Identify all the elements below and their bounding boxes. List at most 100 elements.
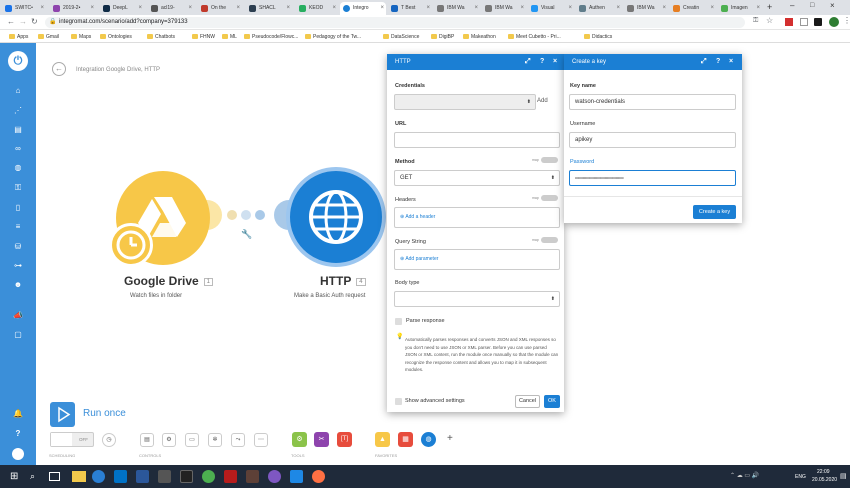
scenarios-icon[interactable]: ⋰ (13, 106, 23, 116)
bookmark-item[interactable]: Didactics (584, 31, 612, 43)
close-tab-icon[interactable]: × (616, 2, 620, 15)
close-tab-icon[interactable]: × (40, 2, 44, 15)
close-tab-icon[interactable]: × (188, 2, 192, 15)
devices-icon[interactable]: ▯ (13, 203, 23, 213)
add-credentials-button[interactable]: Add (537, 98, 548, 104)
reload-icon[interactable]: ↻ (31, 17, 38, 26)
schedule-clock-icon[interactable]: ◷ (102, 433, 116, 447)
close-tab-icon[interactable]: × (286, 2, 290, 15)
browser-tab[interactable]: SWITC• × (2, 2, 46, 15)
home-icon[interactable]: ⌂ (13, 86, 23, 96)
map-toggle[interactable] (541, 237, 558, 243)
favorite-gdrive-icon[interactable]: ▲ (375, 432, 390, 447)
datastores-icon[interactable]: ⛁ (13, 242, 23, 252)
url-input[interactable]: 🔒 integromat.com/scenario/add?company=37… (45, 17, 745, 28)
bookmark-item[interactable]: DigiBP (431, 31, 454, 43)
star-icon[interactable]: ☆ (766, 16, 773, 25)
browser-tab[interactable]: SHACL × (246, 2, 292, 15)
bookmark-item[interactable]: FHNW (192, 31, 215, 43)
method-select[interactable]: GET ⬍ (394, 170, 560, 186)
team-icon[interactable]: ☻ (13, 280, 23, 290)
maximize-window-icon[interactable]: □ (810, 2, 814, 9)
bookmark-item[interactable]: Chatbots (147, 31, 175, 43)
run-once-label[interactable]: Run once (83, 408, 126, 419)
search-icon[interactable]: ⌕ (30, 471, 35, 482)
cancel-button[interactable]: Cancel (515, 395, 540, 408)
chrome-icon[interactable] (202, 470, 215, 483)
bookmark-item[interactable]: Gmail (38, 31, 59, 43)
templates-icon[interactable]: ▤ (13, 125, 23, 135)
notifications-icon[interactable]: ▤ (840, 472, 847, 480)
file-explorer-icon[interactable] (72, 471, 86, 482)
system-tray-icons[interactable]: ⌃ ☁ ▭ 🔊 (730, 472, 759, 479)
favorite-box-icon[interactable]: ▦ (398, 432, 413, 447)
extension-icon[interactable] (814, 18, 822, 26)
megaphone-icon[interactable]: 📣 (13, 311, 23, 321)
close-tab-icon[interactable]: × (380, 2, 384, 15)
browser-tab[interactable]: T Best × (388, 2, 432, 15)
add-parameter-link[interactable]: ⊕ Add parameter (400, 256, 438, 262)
close-tab-icon[interactable]: × (520, 2, 524, 15)
browser-tab-active[interactable]: Integro × (340, 2, 386, 15)
add-favorite-icon[interactable]: + (447, 433, 453, 444)
bookmark-item[interactable]: Ontologies (100, 31, 132, 43)
map-toggle[interactable] (541, 195, 558, 201)
close-tab-icon[interactable]: × (332, 2, 336, 15)
app-icon[interactable] (246, 470, 259, 483)
browser-tab[interactable]: acl19- × (148, 2, 194, 15)
task-view-icon[interactable] (49, 472, 60, 481)
edge-icon[interactable] (92, 470, 105, 483)
bookmark-item[interactable]: Meet Cubetto - Pri... (508, 31, 561, 43)
close-tab-icon[interactable]: × (90, 2, 94, 15)
close-tab-icon[interactable]: × (426, 2, 430, 15)
browser-tab[interactable]: Authen × (576, 2, 622, 15)
wrench-icon[interactable]: 🔧 (241, 229, 252, 240)
back-arrow-icon[interactable]: ← (52, 62, 66, 76)
app-icon[interactable] (268, 470, 281, 483)
close-tab-icon[interactable]: × (662, 2, 666, 15)
fullscreen-icon[interactable]: ⤢ (701, 54, 707, 70)
browser-tab[interactable]: Creatin × (670, 2, 716, 15)
close-tab-icon[interactable]: × (568, 2, 572, 15)
url-field[interactable] (394, 132, 560, 148)
clock-badge-icon[interactable] (109, 223, 153, 267)
body-type-select[interactable]: ⬍ (394, 291, 560, 307)
create-key-button[interactable]: Create a key (693, 205, 736, 219)
close-tab-icon[interactable]: × (236, 2, 240, 15)
favorite-http-icon[interactable]: ◍ (421, 432, 436, 447)
integromat-logo-icon[interactable]: ⏻ (8, 51, 28, 71)
credentials-select[interactable]: ⬍ (394, 94, 536, 110)
browser-tab[interactable]: IBM Wa × (624, 2, 668, 15)
browser-tab[interactable]: Visual × (528, 2, 574, 15)
app-icon[interactable] (290, 470, 303, 483)
help-icon[interactable]: ? (540, 54, 544, 70)
fullscreen-icon[interactable]: ⤢ (525, 54, 531, 70)
bookmark-item[interactable]: Apps (9, 31, 28, 43)
close-tab-icon[interactable]: × (474, 2, 478, 15)
save-icon[interactable]: ▤ (140, 433, 154, 447)
browser-tab[interactable]: IBM Wa × (434, 2, 480, 15)
browser-tab[interactable]: 2019-2• × (50, 2, 96, 15)
bookmark-item[interactable]: Makeathon (463, 31, 496, 43)
connections-icon[interactable]: ∞ (13, 144, 23, 154)
new-tab-icon[interactable]: + (767, 2, 772, 12)
bookmark-item[interactable]: ML (222, 31, 237, 43)
acrobat-icon[interactable] (224, 470, 237, 483)
keys-icon[interactable]: ⚿ (13, 183, 23, 193)
browser-tab[interactable]: On the × (198, 2, 242, 15)
data-structures-icon[interactable]: ≡ (13, 222, 23, 232)
browser-tab[interactable]: KEOD × (296, 2, 338, 15)
language-indicator[interactable]: ENG (795, 474, 806, 480)
back-icon[interactable]: ← (7, 17, 15, 26)
extension-icon[interactable] (800, 18, 808, 26)
ok-button[interactable]: OK (544, 395, 560, 408)
key-icon[interactable]: ⚿ (753, 17, 758, 25)
username-field[interactable]: apikey (569, 132, 736, 148)
scheduling-toggle[interactable]: OFF (50, 432, 94, 447)
bookmark-item[interactable]: Pedagogy of the Tw... (305, 31, 361, 43)
webhooks-icon[interactable]: ◍ (13, 163, 23, 173)
terminal-icon[interactable] (180, 470, 193, 483)
chat-icon[interactable]: ▢ (13, 330, 23, 340)
close-tab-icon[interactable]: × (756, 2, 760, 15)
settings-icon[interactable]: ⚙ (162, 433, 176, 447)
